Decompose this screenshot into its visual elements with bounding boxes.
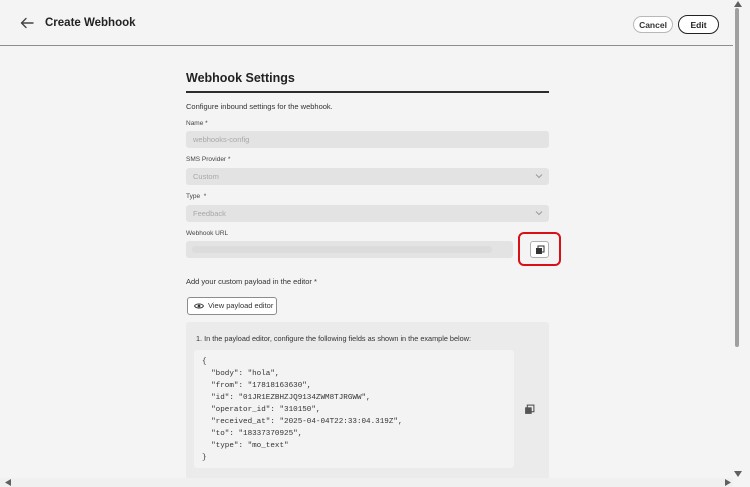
webhook-url-label: Webhook URL <box>186 230 229 237</box>
name-field[interactable]: webhooks-config <box>186 131 549 148</box>
type-select[interactable]: Feedback <box>186 205 549 222</box>
copy-code-icon[interactable] <box>524 404 535 415</box>
page-header: Create Webhook Cancel Edit <box>0 0 733 46</box>
required-marker: * <box>203 193 207 200</box>
required-marker: * <box>227 156 231 163</box>
scroll-left-arrow-icon[interactable] <box>5 479 11 486</box>
code-line: { <box>202 358 207 366</box>
eye-icon <box>194 303 204 309</box>
view-payload-editor-label: View payload editor <box>208 301 274 310</box>
code-line: "body": "hola", <box>202 370 280 378</box>
page-title: Create Webhook <box>45 17 136 29</box>
section-divider <box>186 91 549 93</box>
code-line: "from": "17818163630", <box>202 382 312 390</box>
code-line: } <box>202 454 207 462</box>
code-line: "to": "18337370925", <box>202 430 303 438</box>
scroll-down-arrow-icon[interactable] <box>734 471 742 477</box>
cancel-button[interactable]: Cancel <box>633 16 673 33</box>
section-description: Configure inbound settings for the webho… <box>186 102 333 111</box>
view-payload-editor-button[interactable]: View payload editor <box>187 297 277 315</box>
sms-provider-select[interactable]: Custom <box>186 168 549 185</box>
webhook-url-field[interactable] <box>186 241 513 258</box>
vertical-scroll-thumb[interactable] <box>735 8 739 347</box>
horizontal-scrollbar[interactable] <box>0 478 733 487</box>
chevron-down-icon <box>535 174 543 179</box>
code-line: "type": "mo_text" <box>202 442 289 450</box>
webhook-url-redacted <box>192 246 492 253</box>
required-marker: * <box>205 120 208 127</box>
scroll-right-arrow-icon[interactable] <box>725 479 731 486</box>
code-line: "operator_id": "310150", <box>202 406 321 414</box>
type-label: Type * <box>186 193 207 200</box>
edit-button[interactable]: Edit <box>678 15 719 34</box>
name-label: Name * <box>186 120 208 127</box>
back-arrow-icon[interactable] <box>19 15 35 31</box>
sms-provider-label: SMS Provider * <box>186 156 231 163</box>
sms-provider-value: Custom <box>193 172 219 181</box>
payload-instructions-box: 1. In the payload editor, configure the … <box>186 322 549 482</box>
type-value: Feedback <box>193 209 226 218</box>
instruction-step-1: 1. In the payload editor, configure the … <box>196 334 472 343</box>
code-line: "id": "01JR1EZBHZJQ9134ZWM8TJRGWW", <box>202 394 371 402</box>
code-line: "received_at": "2025-04-04T22:33:04.319Z… <box>202 418 403 426</box>
section-title: Webhook Settings <box>186 71 295 85</box>
name-value: webhooks-config <box>193 135 250 144</box>
scroll-up-arrow-icon[interactable] <box>734 1 742 7</box>
code-example: { "body": "hola", "from": "17818163630",… <box>194 350 514 468</box>
copy-button-highlight <box>518 232 561 266</box>
payload-label: Add your custom payload in the editor * <box>186 277 317 286</box>
chevron-down-icon <box>535 211 543 216</box>
